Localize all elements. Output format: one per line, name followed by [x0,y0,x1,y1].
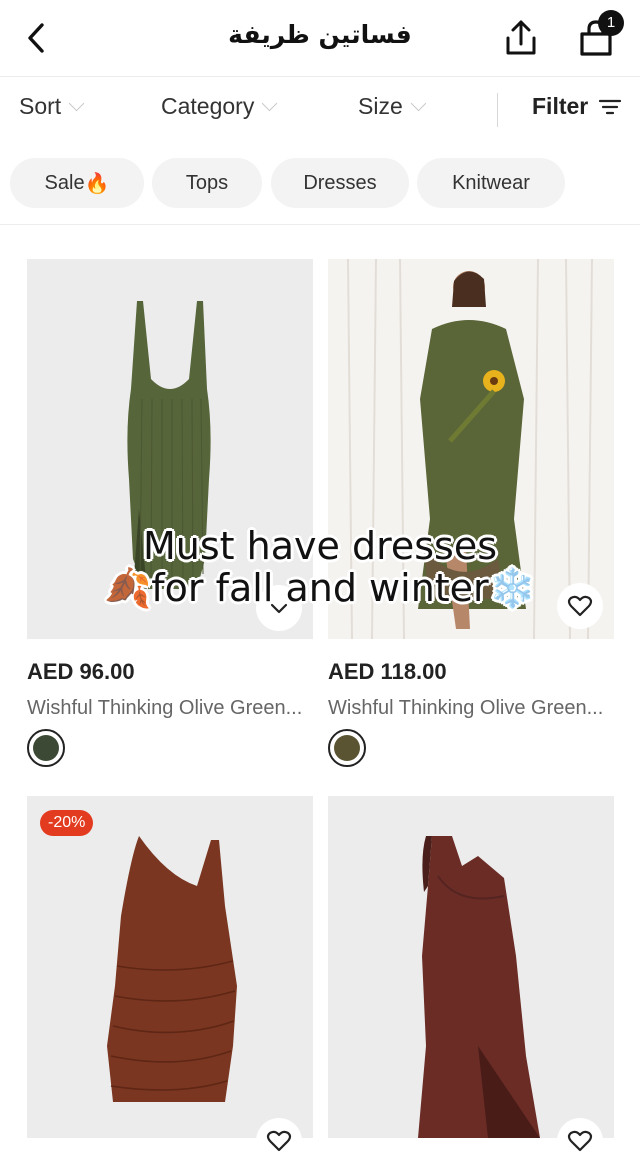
product-price: AED 118.00 [328,659,447,684]
heart-icon [567,1130,593,1152]
share-button[interactable] [502,18,540,58]
product-image[interactable] [328,796,614,1138]
brown-asymmetric-dress-image [418,836,540,1138]
wishlist-button[interactable] [256,1118,302,1164]
divider [497,93,498,127]
category-dropdown[interactable]: Category [161,93,278,120]
chevron-down-icon [410,95,427,112]
chip-label: Sale [44,171,85,194]
sort-label: Sort [19,93,62,119]
product-image[interactable] [27,796,313,1138]
color-swatch[interactable] [328,729,366,767]
swatch-color [33,735,59,761]
cart-count-badge: 1 [598,10,624,36]
swatch-color [334,735,360,761]
sort-dropdown[interactable]: Sort [19,93,85,120]
heart-icon [266,1130,292,1152]
discount-badge: -20% [40,810,94,836]
product-name[interactable]: Wishful Thinking Olive Green... [27,697,313,720]
filter-bar: Sort Category Size Filter [0,77,640,141]
snowflake-icon: ❄️ [488,566,537,610]
share-icon [506,20,536,55]
fire-icon: 🔥 [84,172,110,195]
chip-label: Tops [185,171,229,194]
chip-knitwear[interactable]: Knitwear [417,158,565,208]
color-swatch[interactable] [27,729,65,767]
page-title: فساتين ظريفة [228,20,412,49]
chip-dresses[interactable]: Dresses [271,158,409,208]
chip-tops[interactable]: Tops [152,158,262,208]
wishlist-button[interactable] [557,1118,603,1164]
chevron-down-icon [68,95,85,112]
chip-sale[interactable]: Sale 🔥 [10,158,144,208]
video-caption-line-1: Must have dresses [142,524,498,568]
product-price: AED 96.00 [27,659,135,684]
caption-text: for fall and winter [151,566,489,610]
fallen-leaf-icon: 🍂 [103,566,152,610]
filter-label: Filter [532,93,589,119]
size-label: Size [358,93,403,119]
chip-label: Dresses [303,171,377,194]
filter-lines-icon [599,99,622,114]
category-chips: Sale 🔥 Tops Dresses Knitwear [0,158,640,210]
product-name[interactable]: Wishful Thinking Olive Green... [328,697,614,720]
video-caption-line-2: 🍂for fall and winter❄️ [0,566,640,611]
divider [0,224,640,225]
rust-one-shoulder-dress-image [107,836,237,1102]
category-label: Category [161,93,255,119]
top-app-bar: فساتين ظريفة 1 [0,0,640,77]
filter-button[interactable]: Filter [532,93,622,120]
chip-label: Knitwear [452,171,530,194]
chevron-down-icon [262,95,278,112]
size-dropdown[interactable]: Size [358,93,427,120]
